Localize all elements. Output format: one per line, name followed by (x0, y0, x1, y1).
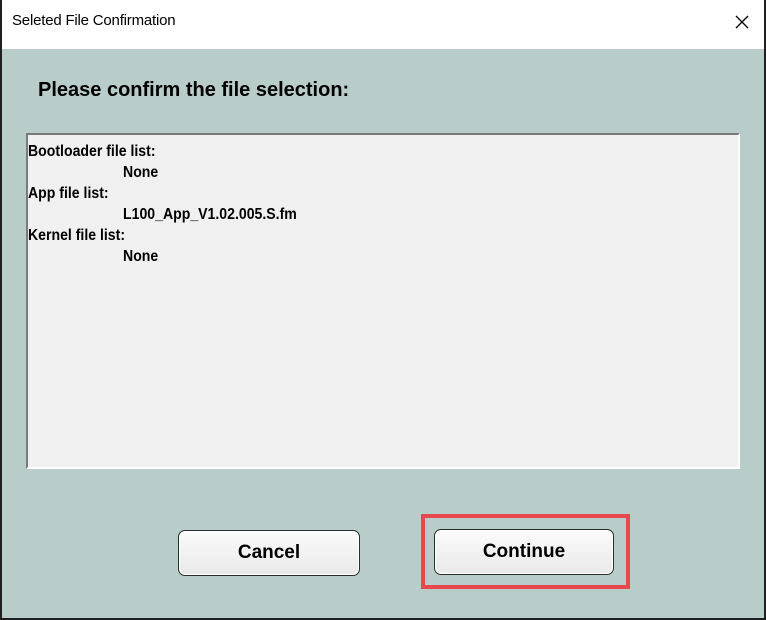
file-list-header-app: App file list: (28, 185, 109, 202)
file-list-item-app: L100_App_V1.02.005.S.fm (123, 206, 297, 223)
file-list-header-kernel: Kernel file list: (28, 227, 126, 244)
cancel-button[interactable]: Cancel (178, 530, 360, 576)
dialog-heading: Please confirm the file selection: (38, 79, 350, 101)
file-list-box[interactable]: Bootloader file list: None App file list… (26, 133, 740, 469)
file-list-item-kernel: None (123, 248, 159, 265)
continue-button-highlight (421, 514, 630, 589)
close-icon (735, 15, 749, 29)
file-list-header-bootloader: Bootloader file list: (28, 143, 156, 160)
title-bar: Seleted File Confirmation (2, 0, 764, 49)
close-button[interactable] (722, 2, 762, 42)
file-list-item-bootloader: None (123, 164, 159, 181)
dialog-window: Seleted File Confirmation Please confirm… (0, 0, 766, 620)
window-title: Seleted File Confirmation (12, 12, 176, 29)
